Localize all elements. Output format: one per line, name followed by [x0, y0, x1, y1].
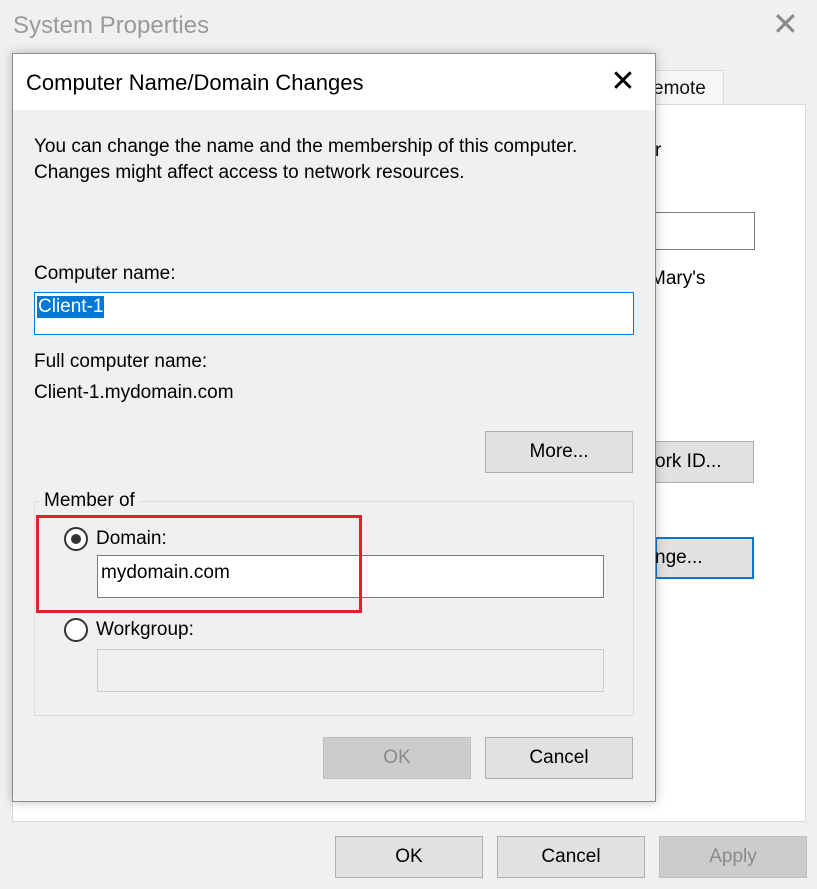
- computer-name-label: Computer name:: [34, 263, 176, 284]
- close-icon[interactable]: ✕: [772, 6, 799, 42]
- dialog-description: You can change the name and the membersh…: [34, 136, 578, 183]
- change-button-label: nge...: [655, 547, 703, 568]
- annotation-highlight-box: [36, 515, 362, 613]
- dialog-close-icon[interactable]: ✕: [606, 62, 640, 102]
- dialog-title: Computer Name/Domain Changes: [26, 70, 364, 95]
- full-computer-name-value: Client-1.mydomain.com: [34, 382, 234, 403]
- more-button[interactable]: More...: [485, 431, 633, 473]
- apply-button[interactable]: Apply: [659, 836, 807, 878]
- dialog-cancel-button[interactable]: Cancel: [485, 737, 633, 779]
- workgroup-radio[interactable]: [64, 618, 88, 642]
- full-computer-name-label: Full computer name:: [34, 351, 208, 372]
- computer-description-field[interactable]: [655, 212, 755, 250]
- network-id-button-label: ork ID...: [655, 451, 722, 472]
- computer-name-field[interactable]: [34, 292, 634, 335]
- system-properties-cancel-button[interactable]: Cancel: [497, 836, 645, 878]
- workgroup-label[interactable]: Workgroup:: [96, 619, 194, 641]
- dialog-ok-button[interactable]: OK: [323, 737, 471, 779]
- member-of-label: Member of: [40, 490, 139, 512]
- system-properties-ok-button[interactable]: OK: [335, 836, 483, 878]
- tab-remote-label: emote: [653, 78, 706, 99]
- computer-name-value[interactable]: Client-1: [37, 296, 105, 318]
- system-properties-title: System Properties: [13, 12, 210, 39]
- background-text-fragment: Mary's: [650, 268, 706, 289]
- workgroup-field[interactable]: [97, 649, 604, 692]
